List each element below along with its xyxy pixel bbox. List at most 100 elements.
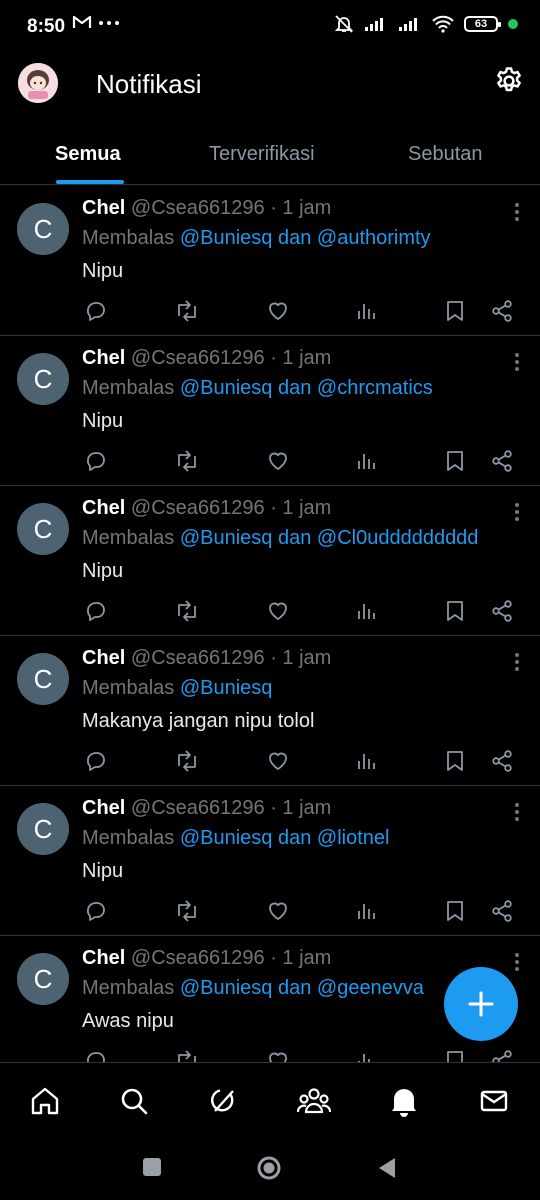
share-icon[interactable] [490,449,514,473]
reply-icon[interactable] [84,449,108,473]
like-icon[interactable] [266,599,290,623]
author-name[interactable]: Chel [82,497,125,519]
more-options-icon[interactable] [514,202,520,222]
share-icon[interactable] [490,749,514,773]
tab-terverifikasi[interactable]: Terverifikasi [209,143,315,166]
grok-icon[interactable] [208,1085,240,1117]
bookmark-icon[interactable] [444,299,466,323]
gmail-icon [72,14,92,30]
retweet-icon[interactable] [174,599,200,623]
reply-prefix: Membalas [82,527,175,549]
retweet-icon[interactable] [174,899,200,923]
tab-bar: Semua Terverifikasi Sebutan [0,126,540,185]
share-icon[interactable] [490,299,514,323]
messages-icon[interactable] [478,1085,510,1117]
avatar[interactable]: C [17,803,69,855]
reply-mentions[interactable]: @Buniesq dan @geenevva [180,977,424,999]
reply-icon[interactable] [84,899,108,923]
reply-context: Membalas @Buniesq dan @liotnel [82,827,389,850]
reply-prefix: Membalas [82,677,175,699]
reply-mentions[interactable]: @Buniesq dan @authorimty [180,227,431,249]
avatar[interactable]: C [17,203,69,255]
recents-square-icon[interactable] [142,1157,162,1177]
avatar[interactable]: C [17,353,69,405]
views-icon[interactable] [354,1049,378,1062]
author-name[interactable]: Chel [82,797,125,819]
avatar[interactable]: C [17,653,69,705]
share-icon[interactable] [490,899,514,923]
profile-avatar[interactable] [18,63,58,103]
tweet-header: Chel @Csea661296 · 1 jam [82,497,331,520]
reply-icon[interactable] [84,1049,108,1062]
tab-sebutan[interactable]: Sebutan [408,143,483,166]
like-icon[interactable] [266,1049,290,1062]
back-triangle-icon[interactable] [377,1157,397,1179]
more-options-icon[interactable] [514,502,520,522]
share-icon[interactable] [490,599,514,623]
author-name[interactable]: Chel [82,347,125,369]
author-name[interactable]: Chel [82,947,125,969]
tweet[interactable]: C Chel @Csea661296 · 1 jam Membalas @Bun… [0,786,540,936]
reply-icon[interactable] [84,299,108,323]
more-dots-icon [98,14,120,30]
bookmark-icon[interactable] [444,599,466,623]
tweet[interactable]: C Chel @Csea661296 · 1 jam Membalas @Bun… [0,486,540,636]
share-icon[interactable] [490,1049,514,1062]
more-options-icon[interactable] [514,352,520,372]
avatar[interactable]: C [17,503,69,555]
author-name[interactable]: Chel [82,647,125,669]
gear-icon[interactable] [494,66,524,96]
bookmark-icon[interactable] [444,1049,466,1062]
notifications-bell-icon[interactable] [388,1085,420,1117]
views-icon[interactable] [354,449,378,473]
retweet-icon[interactable] [174,749,200,773]
like-icon[interactable] [266,749,290,773]
retweet-icon[interactable] [174,299,200,323]
battery-icon: 63 [464,16,501,32]
more-options-icon[interactable] [514,952,520,972]
views-icon[interactable] [354,749,378,773]
bookmark-icon[interactable] [444,749,466,773]
home-icon[interactable] [29,1085,61,1117]
reply-icon[interactable] [84,599,108,623]
tweet-header: Chel @Csea661296 · 1 jam [82,347,331,370]
reply-mentions[interactable]: @Buniesq dan @liotnel [180,827,390,849]
like-icon[interactable] [266,299,290,323]
avatar[interactable]: C [17,953,69,1005]
home-circle-icon[interactable] [256,1155,282,1181]
tweet[interactable]: C Chel @Csea661296 · 1 jam Membalas @Bun… [0,336,540,486]
reply-prefix: Membalas [82,377,175,399]
more-options-icon[interactable] [514,652,520,672]
tab-semua[interactable]: Semua [55,143,121,166]
notification-feed[interactable]: C Chel @Csea661296 · 1 jam Membalas @Bun… [0,186,540,1062]
system-navigation [0,1138,540,1200]
bookmark-icon[interactable] [444,449,466,473]
reply-mentions[interactable]: @Buniesq [180,677,273,699]
reply-prefix: Membalas [82,827,175,849]
author-handle: @Csea661296 [130,947,265,969]
author-handle: @Csea661296 [130,197,265,219]
reply-mentions[interactable]: @Buniesq dan @Cl0uddddddddd [180,527,479,549]
retweet-icon[interactable] [174,449,200,473]
author-name[interactable]: Chel [82,197,125,219]
communities-icon[interactable] [297,1085,331,1117]
compose-button[interactable] [444,967,518,1041]
tweet[interactable]: C Chel @Csea661296 · 1 jam Membalas @Bun… [0,186,540,336]
tweet-text: Makanya jangan nipu tolol [82,710,315,732]
like-icon[interactable] [266,449,290,473]
views-icon[interactable] [354,299,378,323]
tweet-header: Chel @Csea661296 · 1 jam [82,947,331,970]
search-icon[interactable] [118,1085,150,1117]
tweet[interactable]: C Chel @Csea661296 · 1 jam Membalas @Bun… [0,636,540,786]
signal-icon [364,16,388,32]
reply-icon[interactable] [84,749,108,773]
retweet-icon[interactable] [174,1049,200,1062]
more-options-icon[interactable] [514,802,520,822]
tweet-text: Nipu [82,410,124,432]
views-icon[interactable] [354,599,378,623]
bottom-navigation [0,1062,540,1139]
bookmark-icon[interactable] [444,899,466,923]
views-icon[interactable] [354,899,378,923]
reply-mentions[interactable]: @Buniesq dan @chrcmatics [180,377,433,399]
like-icon[interactable] [266,899,290,923]
